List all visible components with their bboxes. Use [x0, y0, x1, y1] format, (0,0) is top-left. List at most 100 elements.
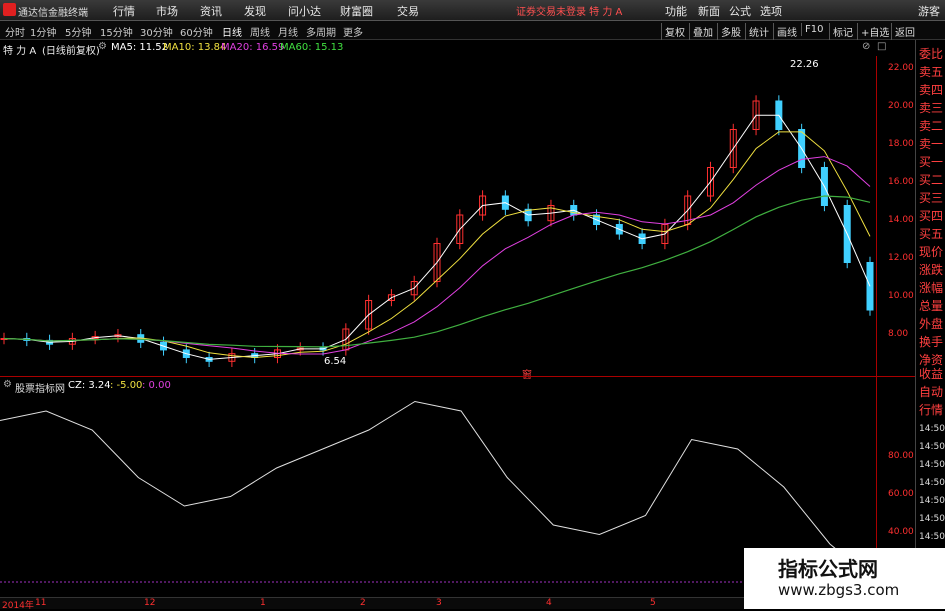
menu-discover[interactable]: 发现	[244, 3, 266, 19]
ma5-line	[3, 114, 871, 360]
zoom-icon[interactable]: ⊘	[862, 41, 870, 52]
rp-label: 涨幅	[919, 281, 944, 295]
rp-label: 买二	[919, 173, 944, 187]
rp-label: 卖三	[919, 101, 944, 115]
sub-tick: 60.00	[888, 489, 914, 499]
tab-monthly[interactable]: 月线	[278, 24, 298, 39]
time-label: 14:50	[919, 460, 945, 470]
tool-add-watch[interactable]: +自选	[857, 23, 892, 40]
sub-tick: 40.00	[888, 527, 914, 537]
menu-ask[interactable]: 问小达	[288, 3, 321, 19]
tool-multi-stock[interactable]: 多股	[717, 23, 744, 40]
tab-60min[interactable]: 60分钟	[180, 24, 213, 39]
price-tick: 12.00	[888, 253, 914, 263]
rp-label[interactable]: 行情	[919, 403, 943, 418]
tab-intraday[interactable]: 分时	[5, 24, 25, 39]
menu-market[interactable]: 市场	[156, 3, 178, 19]
menu-trade[interactable]: 交易	[397, 3, 419, 19]
time-label: 14:50	[919, 496, 945, 506]
tab-multi-period[interactable]: 多周期	[306, 24, 336, 39]
adj-mode: (日线前复权)	[42, 46, 100, 57]
ma60-label: MA60: 15.13	[280, 42, 344, 53]
menu-function[interactable]: 功能	[665, 3, 687, 19]
price-tick: 22.00	[888, 63, 914, 73]
tab-more[interactable]: 更多	[343, 24, 363, 39]
time-label: 14:50	[919, 514, 945, 524]
rp-label: 净资	[919, 353, 944, 367]
window-marker: 窗	[522, 366, 532, 381]
menu-formula[interactable]: 公式	[729, 3, 751, 19]
rp-label: 收益	[919, 367, 944, 381]
rp-label[interactable]: 自动	[919, 385, 943, 400]
menu-bar: 通达信金融终端 行情 市场 资讯 发现 问小达 财富圈 交易 证券交易未登录 特…	[0, 0, 945, 21]
sub-settings-icon[interactable]: ⚙	[3, 379, 12, 390]
rp-label: 委比	[919, 47, 944, 61]
rp-label: 卖四	[919, 83, 944, 97]
high-annotation: 22.26	[790, 59, 819, 70]
rp-label: 换手	[919, 335, 944, 349]
app-title: 通达信金融终端	[18, 8, 88, 19]
sub-tick: 80.00	[888, 451, 914, 461]
tool-back[interactable]: 返回	[891, 23, 918, 40]
rp-label: 卖一	[919, 137, 944, 151]
date-tick: 1	[260, 598, 266, 608]
tool-overlay[interactable]: 叠加	[689, 23, 716, 40]
tab-weekly[interactable]: 周线	[250, 24, 270, 39]
menu-new-page[interactable]: 新面	[698, 3, 720, 19]
watermark-title: 指标公式网	[778, 557, 878, 581]
price-tick: 16.00	[888, 177, 914, 187]
price-chart	[0, 95, 874, 367]
rp-label: 总量	[919, 299, 944, 313]
low-annotation: 6.54	[324, 356, 347, 367]
rp-label: 涨跌	[919, 263, 944, 277]
price-tick: 10.00	[888, 291, 914, 301]
price-tick: 18.00	[888, 139, 914, 149]
date-tick: 11	[35, 598, 47, 608]
watermark: 指标公式网 www.zbgs3.com	[744, 548, 945, 609]
time-label: 14:50	[919, 442, 945, 452]
date-tick: 2014年	[2, 601, 34, 611]
sub-v2: : -5.00	[110, 380, 143, 391]
price-tick: 20.00	[888, 101, 914, 111]
tab-30min[interactable]: 30分钟	[140, 24, 173, 39]
expand-icon[interactable]: □	[877, 41, 886, 52]
date-tick: 2	[360, 598, 366, 608]
rp-label: 买三	[919, 191, 944, 205]
rp-label: 买一	[919, 155, 944, 169]
rp-label: 卖五	[919, 65, 944, 79]
menu-quote[interactable]: 行情	[113, 3, 135, 19]
tab-daily[interactable]: 日线	[222, 24, 242, 39]
menu-wealth[interactable]: 财富圈	[340, 3, 373, 19]
stock-name: 特 力 A	[3, 46, 37, 57]
tool-stats[interactable]: 统计	[745, 23, 772, 40]
indicator-row: 特 力 A (日线前复权) ⚙ MA5: 11.52 MA10: 13.84 M…	[0, 40, 915, 57]
price-tick: 14.00	[888, 215, 914, 225]
tool-mark[interactable]: 标记	[829, 23, 856, 40]
menu-news[interactable]: 资讯	[200, 3, 222, 19]
watermark-url: www.zbgs3.com	[778, 581, 900, 599]
ma5-label: MA5: 11.52	[111, 42, 169, 53]
app-logo-icon	[3, 3, 16, 16]
tool-f10[interactable]: F10	[801, 23, 826, 36]
tool-draw[interactable]: 画线	[773, 23, 800, 40]
tab-1min[interactable]: 1分钟	[30, 24, 56, 39]
settings-icon[interactable]: ⚙	[98, 41, 107, 52]
rp-label: 买四	[919, 209, 944, 223]
date-tick: 4	[546, 598, 552, 608]
tab-5min[interactable]: 5分钟	[65, 24, 91, 39]
tool-restore-rights[interactable]: 复权	[661, 23, 688, 40]
login-status: 证券交易未登录 特 力 A	[516, 7, 623, 18]
rp-label: 卖二	[919, 119, 944, 133]
guest-label[interactable]: 游客	[918, 3, 940, 19]
time-label: 14:50	[919, 478, 945, 488]
menu-options[interactable]: 选项	[760, 3, 782, 19]
ma20-label: MA20: 16.59	[221, 42, 285, 53]
price-tick: 8.00	[888, 329, 909, 339]
sub-cz: CZ: 3.24	[68, 380, 111, 391]
timeframe-bar: 分时 1分钟 5分钟 15分钟 30分钟 60分钟 日线 周线 月线 多周期 更…	[0, 21, 945, 40]
tab-15min[interactable]: 15分钟	[100, 24, 133, 39]
time-label: 14:50	[919, 424, 945, 434]
rp-label: 现价	[919, 245, 944, 259]
ma10-label: MA10: 13.84	[163, 42, 227, 53]
date-tick: 5	[650, 598, 656, 608]
